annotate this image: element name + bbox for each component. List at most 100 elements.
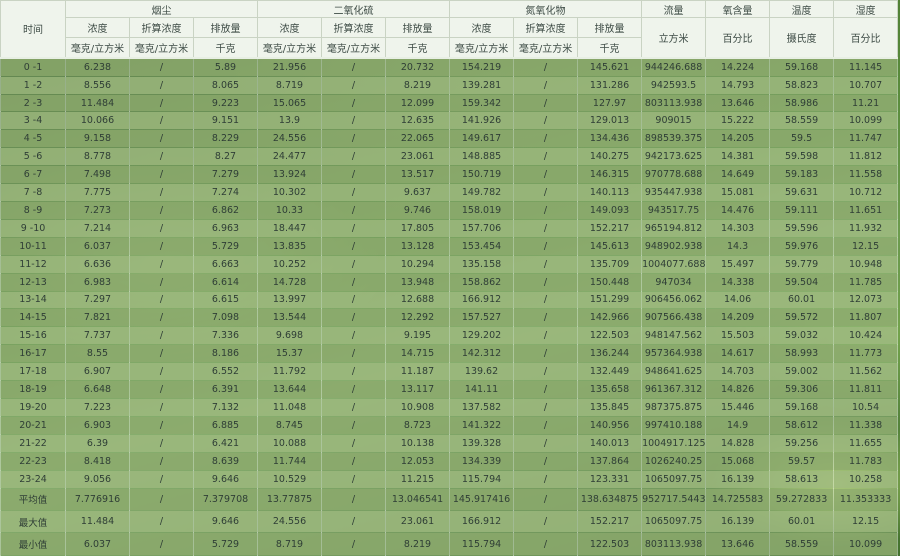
value-cell: /: [514, 327, 578, 345]
value-cell: 9.698: [258, 327, 322, 345]
value-cell: 11.338: [834, 416, 898, 434]
value-cell: 7.279: [194, 166, 258, 184]
value-cell: 8.219: [386, 533, 450, 556]
value-cell: 135.845: [578, 398, 642, 416]
value-cell: /: [514, 470, 578, 488]
value-cell: /: [130, 381, 194, 399]
value-cell: 9.056: [66, 470, 130, 488]
value-cell: /: [130, 130, 194, 148]
value-cell: 59.111: [770, 202, 834, 220]
value-cell: 8.27: [194, 148, 258, 166]
subcol-nox-emission: 排放量: [578, 18, 642, 38]
unit-so2-emission: 千克: [386, 38, 450, 58]
value-cell: 1065097.75: [642, 510, 706, 532]
value-cell: /: [322, 112, 386, 130]
value-cell: 7.214: [66, 219, 130, 237]
value-cell: 7.498: [66, 166, 130, 184]
value-cell: /: [322, 470, 386, 488]
table-row: 1 -28.556/8.0658.719/8.219139.281/131.28…: [1, 76, 898, 94]
value-cell: 152.217: [578, 219, 642, 237]
value-cell: 909015: [642, 112, 706, 130]
emissions-data-table: 时间 烟尘 二氧化硫 氮氧化物 流量 氧含量 温度 湿度 浓度 折算浓度 排放量…: [0, 0, 898, 556]
value-cell: 129.202: [450, 327, 514, 345]
table-row: 5 -68.778/8.2724.477/23.061148.885/140.2…: [1, 148, 898, 166]
value-cell: /: [322, 309, 386, 327]
unit-nox-emission: 千克: [578, 38, 642, 58]
value-cell: 145.917416: [450, 488, 514, 510]
value-cell: 59.032: [770, 327, 834, 345]
value-cell: 5.729: [194, 533, 258, 556]
value-cell: 1004077.688: [642, 255, 706, 273]
value-cell: 139.328: [450, 434, 514, 452]
value-cell: /: [130, 363, 194, 381]
subcol-nox-converted: 折算浓度: [514, 18, 578, 38]
value-cell: 158.019: [450, 202, 514, 220]
value-cell: /: [514, 381, 578, 399]
time-cell: 19-20: [1, 398, 66, 416]
value-cell: /: [514, 219, 578, 237]
value-cell: 145.613: [578, 237, 642, 255]
subcol-dust-emission: 排放量: [194, 18, 258, 38]
value-cell: 7.379708: [194, 488, 258, 510]
value-cell: 16.139: [706, 510, 770, 532]
value-cell: /: [130, 184, 194, 202]
table-row: 21-226.39/6.42110.088/10.138139.328/140.…: [1, 434, 898, 452]
value-cell: 7.273: [66, 202, 130, 220]
value-cell: 10.54: [834, 398, 898, 416]
value-cell: 146.315: [578, 166, 642, 184]
value-cell: 10.707: [834, 76, 898, 94]
value-cell: 8.719: [258, 533, 322, 556]
value-cell: 12.635: [386, 112, 450, 130]
table-row: 13-147.297/6.61513.997/12.688166.912/151…: [1, 291, 898, 309]
value-cell: /: [322, 488, 386, 510]
value-cell: 132.449: [578, 363, 642, 381]
value-cell: 935447.938: [642, 184, 706, 202]
time-cell: 14-15: [1, 309, 66, 327]
value-cell: /: [322, 345, 386, 363]
value-cell: 7.297: [66, 291, 130, 309]
value-cell: 8.186: [194, 345, 258, 363]
value-cell: 24.477: [258, 148, 322, 166]
value-cell: 7.821: [66, 309, 130, 327]
value-cell: 16.139: [706, 470, 770, 488]
value-cell: 11.792: [258, 363, 322, 381]
value-cell: 12.073: [834, 291, 898, 309]
value-cell: /: [322, 202, 386, 220]
value-cell: 948902.938: [642, 237, 706, 255]
value-cell: 948641.625: [642, 363, 706, 381]
value-cell: /: [322, 130, 386, 148]
value-cell: 141.322: [450, 416, 514, 434]
table-row: 2 -311.484/9.22315.065/12.099159.342/127…: [1, 94, 898, 112]
value-cell: 59.002: [770, 363, 834, 381]
value-cell: 12.15: [834, 237, 898, 255]
value-cell: 115.794: [450, 470, 514, 488]
value-cell: /: [514, 94, 578, 112]
time-cell: 8 -9: [1, 202, 66, 220]
value-cell: 141.926: [450, 112, 514, 130]
unit-dust-concentration: 毫克/立方米: [66, 38, 130, 58]
value-cell: 150.448: [578, 273, 642, 291]
value-cell: 961367.312: [642, 381, 706, 399]
value-cell: 127.97: [578, 94, 642, 112]
table-row: 最小值6.037/5.7298.719/8.219115.794/122.503…: [1, 533, 898, 556]
time-cell: 17-18: [1, 363, 66, 381]
value-cell: /: [130, 434, 194, 452]
value-cell: 10.948: [834, 255, 898, 273]
value-cell: /: [322, 76, 386, 94]
time-cell: 13-14: [1, 291, 66, 309]
value-cell: 12.053: [386, 452, 450, 470]
value-cell: 157.706: [450, 219, 514, 237]
value-cell: 10.099: [834, 112, 898, 130]
col-header-time: 时间: [1, 1, 66, 58]
table-body: 0 -16.238/5.8921.956/20.732154.219/145.6…: [1, 58, 898, 556]
table-row: 12-136.983/6.61414.728/13.948158.862/150…: [1, 273, 898, 291]
value-cell: 14.3: [706, 237, 770, 255]
value-cell: 6.552: [194, 363, 258, 381]
table-row: 18-196.648/6.39113.644/13.117141.11/135.…: [1, 381, 898, 399]
value-cell: 15.503: [706, 327, 770, 345]
time-cell: 5 -6: [1, 148, 66, 166]
value-cell: 59.306: [770, 381, 834, 399]
value-cell: 15.37: [258, 345, 322, 363]
value-cell: 24.556: [258, 130, 322, 148]
subcol-nox-concentration: 浓度: [450, 18, 514, 38]
